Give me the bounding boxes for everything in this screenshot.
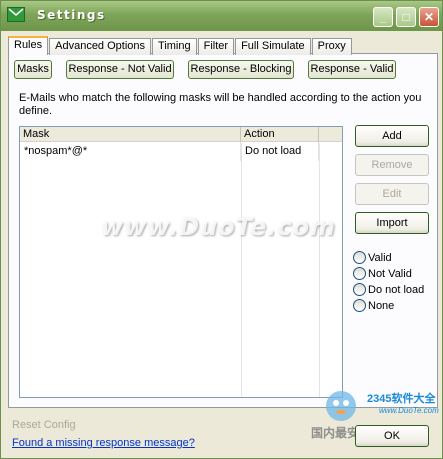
settings-window: Settings _ □ ✕ Rules Advanced Options Ti… xyxy=(0,0,443,459)
table-row[interactable]: *nospam*@* Do not load xyxy=(20,142,342,161)
tab-bar: Rules Advanced Options Timing Filter Ful… xyxy=(8,36,353,55)
masks-button[interactable]: Masks xyxy=(14,60,52,79)
column-divider xyxy=(241,143,242,397)
add-button[interactable]: Add xyxy=(355,125,429,147)
column-header-filler xyxy=(319,127,342,142)
radio-circle[interactable] xyxy=(353,299,366,312)
tab-advanced-options[interactable]: Advanced Options xyxy=(49,38,152,55)
window-title: Settings xyxy=(37,8,106,22)
cell-mask: *nospam*@* xyxy=(20,142,241,161)
cell-action: Do not load xyxy=(241,142,319,161)
column-divider xyxy=(319,143,320,397)
title-bar[interactable]: Settings _ □ ✕ xyxy=(1,1,442,31)
radio-circle[interactable] xyxy=(353,283,366,296)
column-header-action[interactable]: Action xyxy=(241,127,319,142)
watermark-text: www.DuoTe.com xyxy=(101,213,336,241)
radio-label: Not Valid xyxy=(368,267,412,280)
radio-label: Do not load xyxy=(368,283,425,296)
watermark-brand: 2345软件大全 xyxy=(367,393,436,405)
reset-config-label[interactable]: Reset Config xyxy=(12,419,76,431)
tab-rules[interactable]: Rules xyxy=(8,36,49,55)
response-blocking-button[interactable]: Response - Blocking xyxy=(188,60,294,79)
mask-list[interactable]: Mask Action *nospam*@* Do not load xyxy=(19,126,343,398)
import-button[interactable]: Import xyxy=(355,212,429,234)
tab-filter[interactable]: Filter xyxy=(197,38,235,55)
response-valid-button[interactable]: Response - Valid xyxy=(308,60,396,79)
radio-label: Valid xyxy=(368,251,392,264)
tab-timing[interactable]: Timing xyxy=(152,38,197,55)
list-header: Mask Action xyxy=(20,127,342,142)
minimize-button[interactable]: _ xyxy=(373,7,393,27)
mascot-icon xyxy=(326,391,356,421)
description-text: E-Mails who match the following masks wi… xyxy=(19,92,422,117)
radio-label: None xyxy=(368,299,395,312)
radio-circle[interactable] xyxy=(353,251,366,264)
radio-not-valid[interactable]: Not Valid xyxy=(353,267,412,280)
close-button[interactable]: ✕ xyxy=(419,7,439,27)
column-header-mask[interactable]: Mask xyxy=(20,127,241,142)
remove-button[interactable]: Remove xyxy=(355,154,429,176)
watermark-url: www.DuoTe.com xyxy=(379,406,439,415)
tab-full-simulate[interactable]: Full Simulate xyxy=(235,38,311,55)
response-not-valid-button[interactable]: Response - Not Valid xyxy=(66,60,174,79)
radio-do-not-load[interactable]: Do not load xyxy=(353,283,424,296)
radio-none[interactable]: None xyxy=(353,299,394,312)
edit-button[interactable]: Edit xyxy=(355,183,429,205)
maximize-button[interactable]: □ xyxy=(396,7,416,27)
radio-circle[interactable] xyxy=(353,267,366,280)
envelope-icon xyxy=(7,7,25,22)
ok-button[interactable]: OK xyxy=(355,425,429,447)
tab-proxy[interactable]: Proxy xyxy=(311,38,352,55)
radio-valid[interactable]: Valid xyxy=(353,251,392,264)
missing-response-link[interactable]: Found a missing response message? xyxy=(12,437,195,449)
